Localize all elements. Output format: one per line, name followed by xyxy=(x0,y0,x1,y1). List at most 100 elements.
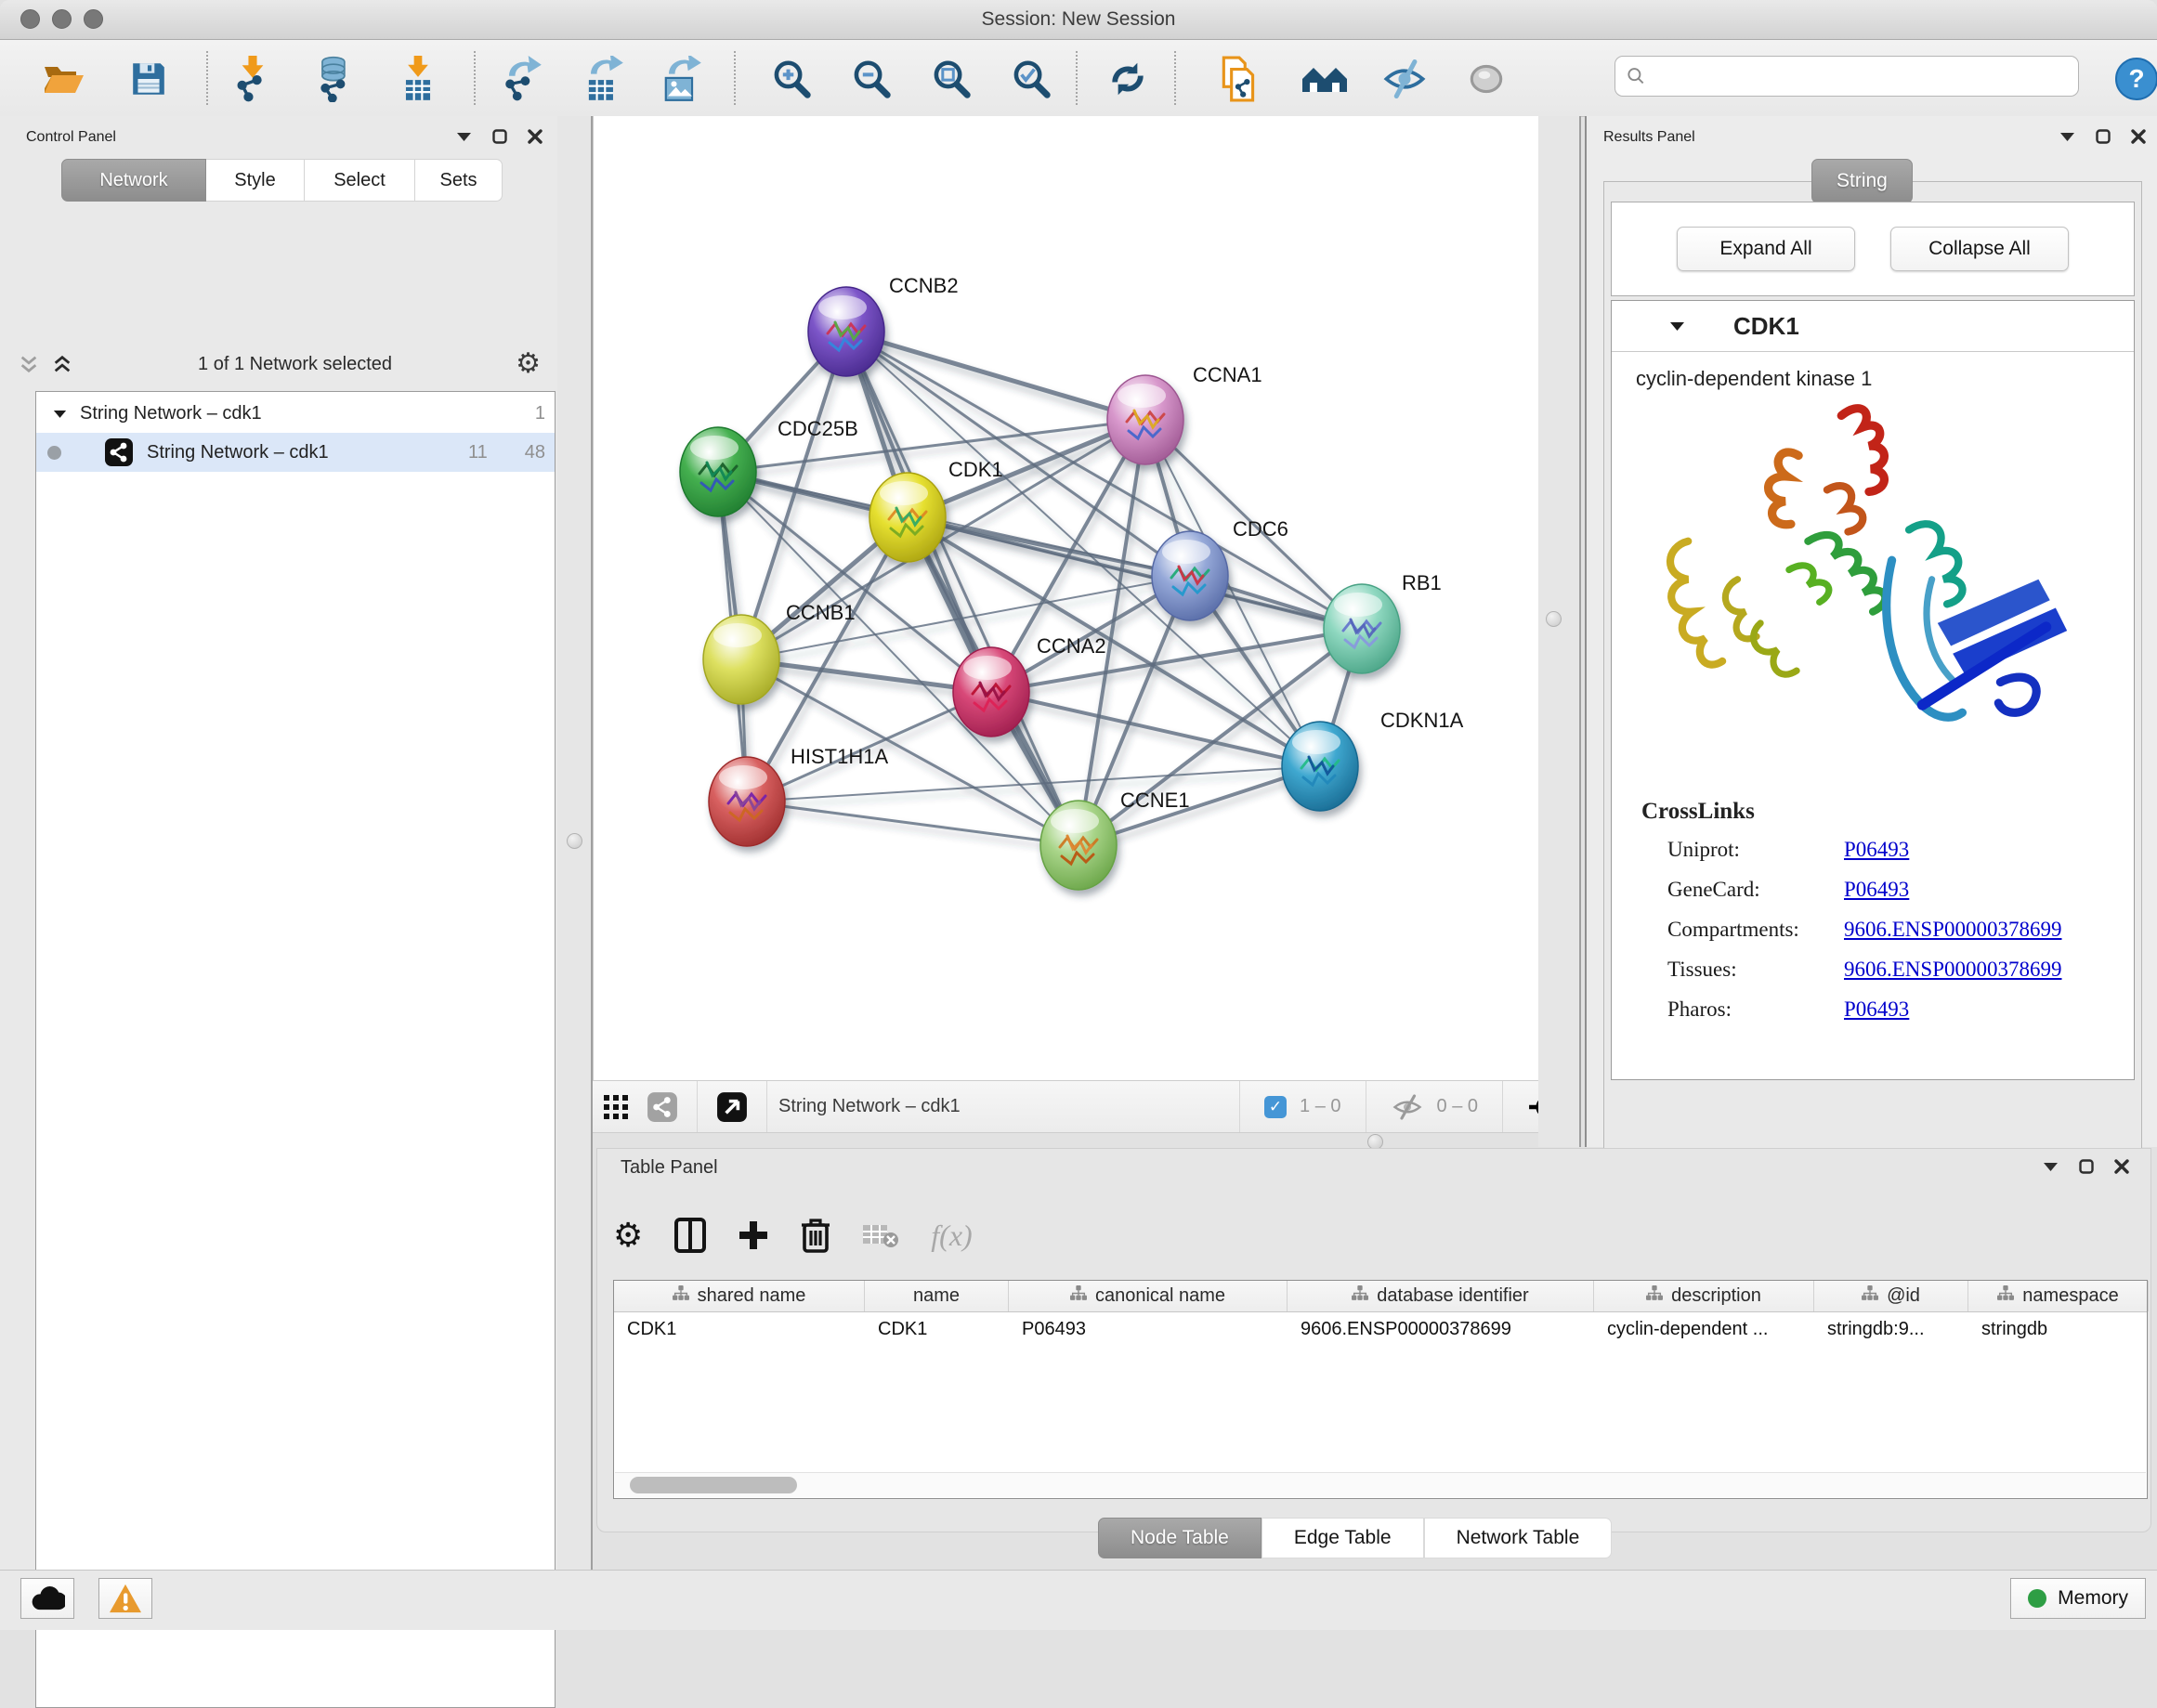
column-header-shared-name[interactable]: shared name xyxy=(614,1281,865,1311)
network-list-options-gear-icon[interactable]: ⚙ xyxy=(516,350,541,378)
network-node-CDK1[interactable]: CDK1 xyxy=(869,458,1003,562)
export-image-icon xyxy=(659,56,701,102)
network-node-CCNE1[interactable]: CCNE1 xyxy=(1040,789,1190,890)
network-view-mode-button[interactable] xyxy=(639,1084,686,1130)
toolbar-separator xyxy=(1502,1081,1503,1132)
tab-sets[interactable]: Sets xyxy=(415,159,503,202)
panel-menu-icon[interactable] xyxy=(2043,1161,2059,1172)
save-session-button[interactable] xyxy=(123,53,175,105)
table-cell[interactable]: cyclin-dependent ... xyxy=(1594,1312,1814,1347)
gene-expander-icon[interactable] xyxy=(1669,320,1685,332)
table-cell[interactable]: CDK1 xyxy=(865,1312,1009,1347)
table-cell[interactable]: stringdb:9... xyxy=(1814,1312,1968,1347)
help-button[interactable]: ? xyxy=(2111,53,2157,105)
tree-expander-icon[interactable] xyxy=(53,409,67,419)
memory-button[interactable]: Memory xyxy=(2010,1578,2146,1619)
tab-select[interactable]: Select xyxy=(305,159,415,202)
network-row-selected[interactable]: String Network – cdk1 11 48 xyxy=(36,433,555,472)
column-header-canonical-name[interactable]: canonical name xyxy=(1009,1281,1288,1311)
hscrollbar-thumb[interactable] xyxy=(630,1477,797,1493)
table-panel-title: Table Panel xyxy=(621,1157,718,1179)
column-header-namespace[interactable]: namespace xyxy=(1968,1281,2149,1311)
crosslink-link[interactable]: 9606.ENSP00000378699 xyxy=(1844,918,2062,942)
network-node-CDKN1A[interactable]: CDKN1A xyxy=(1282,709,1464,811)
table-row[interactable]: CDK1CDK1P064939606.ENSP00000378699cyclin… xyxy=(614,1312,2147,1347)
panel-close-icon[interactable] xyxy=(528,129,543,144)
zoom-in-button[interactable] xyxy=(765,53,817,105)
table-cell[interactable]: 9606.ENSP00000378699 xyxy=(1288,1312,1594,1347)
crosslink-link[interactable]: 9606.ENSP00000378699 xyxy=(1844,958,2062,982)
tab-edge-table[interactable]: Edge Table xyxy=(1262,1518,1424,1558)
refresh-layout-button[interactable] xyxy=(1102,53,1154,105)
network-node-CCNA1[interactable]: CCNA1 xyxy=(1107,363,1262,464)
documents-share-icon xyxy=(1217,56,1262,102)
search-input[interactable] xyxy=(1653,65,2067,87)
panel-menu-icon[interactable] xyxy=(2059,131,2075,142)
column-header-description[interactable]: description xyxy=(1594,1281,1814,1311)
network-node-RB1[interactable]: RB1 xyxy=(1324,571,1442,673)
open-session-button[interactable] xyxy=(37,53,89,105)
left-splitter-handle[interactable] xyxy=(567,833,582,849)
zoom-selected-button[interactable] xyxy=(1005,53,1057,105)
function-builder-icon[interactable]: f(x) xyxy=(931,1219,972,1253)
network-node-CCNB2[interactable]: CCNB2 xyxy=(808,274,959,376)
delete-table-icon[interactable] xyxy=(862,1221,899,1249)
cloud-button[interactable] xyxy=(20,1578,74,1619)
network-view-title: String Network – cdk1 xyxy=(778,1096,961,1117)
expand-all-button[interactable]: Expand All xyxy=(1677,227,1855,271)
zoom-fit-button[interactable] xyxy=(925,53,977,105)
tab-node-table[interactable]: Node Table xyxy=(1098,1518,1262,1558)
expand-all-icon[interactable] xyxy=(50,354,74,374)
hide-graphics-button[interactable] xyxy=(1379,53,1431,105)
table-cell[interactable]: stringdb xyxy=(1968,1312,2149,1347)
gene-header[interactable]: CDK1 xyxy=(1612,301,2134,352)
right-splitter[interactable] xyxy=(1538,116,1579,1147)
add-column-plus-icon[interactable] xyxy=(738,1219,769,1251)
table-options-gear-icon[interactable]: ⚙ xyxy=(613,1219,643,1252)
column-header-name[interactable]: name xyxy=(865,1281,1009,1311)
import-network-from-file-button[interactable] xyxy=(227,53,279,105)
birdseye-view-button[interactable] xyxy=(709,1084,755,1130)
collapse-all-button[interactable]: Collapse All xyxy=(1890,227,2069,271)
tab-string[interactable]: String xyxy=(1811,159,1913,203)
crosslink-link[interactable]: P06493 xyxy=(1844,838,1909,862)
right-splitter-handle[interactable] xyxy=(1546,611,1562,627)
panel-float-icon[interactable] xyxy=(2096,129,2111,144)
hidden-counts: 0 – 0 xyxy=(1437,1096,1478,1117)
hidden-eye-slash-icon[interactable] xyxy=(1391,1093,1424,1121)
panel-float-icon[interactable] xyxy=(2079,1159,2094,1174)
tab-style[interactable]: Style xyxy=(206,159,305,202)
export-image-button[interactable] xyxy=(654,53,706,105)
table-cell[interactable]: P06493 xyxy=(1009,1312,1288,1347)
network-canvas[interactable]: CCNB2CCNA1CDC25BCDK1CDC6RB1CCNB1CCNA2CDK… xyxy=(593,116,1539,1080)
show-graphics-button[interactable] xyxy=(1460,53,1512,105)
network-node-HIST1H1A[interactable]: HIST1H1A xyxy=(709,745,888,846)
panel-close-icon[interactable] xyxy=(2131,129,2146,144)
import-network-from-database-button[interactable] xyxy=(308,53,360,105)
table-cell[interactable]: CDK1 xyxy=(614,1312,865,1347)
column-header-database-identifier[interactable]: database identifier xyxy=(1288,1281,1594,1311)
crosslink-link[interactable]: P06493 xyxy=(1844,878,1909,902)
panel-menu-icon[interactable] xyxy=(456,131,472,142)
network-collection-row[interactable]: String Network – cdk1 1 xyxy=(36,392,555,433)
panel-close-icon[interactable] xyxy=(2114,1159,2129,1174)
columns-icon[interactable] xyxy=(674,1218,706,1253)
export-network-button[interactable] xyxy=(494,53,546,105)
grid-view-button[interactable] xyxy=(593,1084,639,1130)
collapse-all-icon[interactable] xyxy=(17,354,41,374)
warning-button[interactable] xyxy=(98,1578,152,1619)
import-table-button[interactable] xyxy=(392,53,444,105)
crosslink-link[interactable]: P06493 xyxy=(1844,997,1909,1022)
column-header-id[interactable]: @id xyxy=(1814,1281,1968,1311)
export-table-button[interactable] xyxy=(576,53,628,105)
delete-trash-icon[interactable] xyxy=(801,1218,830,1253)
clone-network-button[interactable] xyxy=(1213,53,1265,105)
left-splitter[interactable] xyxy=(557,116,591,1570)
column-label: canonical name xyxy=(1095,1285,1225,1307)
selected-checkbox-icon[interactable]: ✓ xyxy=(1264,1096,1287,1118)
tab-network-table[interactable]: Network Table xyxy=(1424,1518,1613,1558)
panel-float-icon[interactable] xyxy=(492,129,507,144)
tab-network[interactable]: Network xyxy=(61,159,206,202)
zoom-out-button[interactable] xyxy=(845,53,897,105)
home-button[interactable] xyxy=(1299,53,1351,105)
